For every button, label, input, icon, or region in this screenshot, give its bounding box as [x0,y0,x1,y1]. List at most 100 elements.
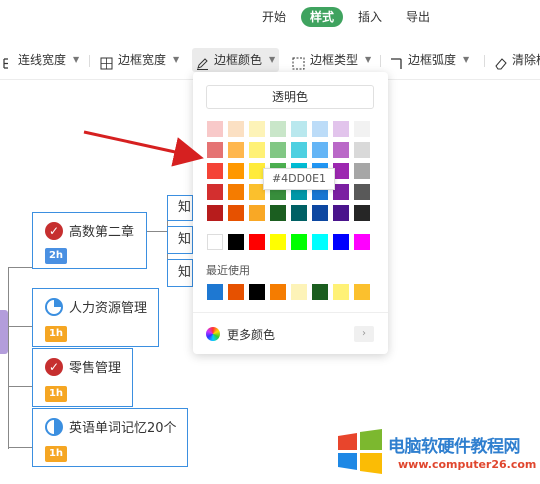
border-width-label: 边框宽度 [118,53,167,67]
menu-insert[interactable]: 插入 [358,7,382,27]
more-colors-label: 更多颜色 [227,327,276,342]
color-swatch[interactable] [354,163,370,179]
color-swatch[interactable] [228,142,244,158]
border-radius-label: 边框弧度 [408,53,457,67]
color-swatch[interactable] [249,205,265,221]
basic-color-swatch[interactable] [291,234,307,250]
color-swatch[interactable] [312,121,328,137]
color-swatch[interactable] [228,121,244,137]
menu-style[interactable]: 样式 [301,7,344,27]
toolbar-divider [380,55,381,67]
duration-badge: 1h [45,386,67,402]
recent-color-swatch[interactable] [270,284,286,300]
color-swatch[interactable] [291,205,307,221]
eraser-icon [494,54,507,69]
watermark-url: www.computer26.com [398,458,537,471]
border-color-button[interactable]: 边框颜色 ▼ [192,48,280,72]
duration-badge: 1h [45,326,67,342]
divider [193,312,388,313]
sub-node[interactable]: 知 [167,195,193,221]
menu-start[interactable]: 开始 [262,7,286,27]
chevron-down-icon: ▼ [269,55,276,64]
color-swatch[interactable] [291,121,307,137]
color-swatch[interactable] [270,121,286,137]
node-title-text: 人力资源管理 [69,301,148,316]
recent-color-swatch[interactable] [354,284,370,300]
color-swatch[interactable] [228,205,244,221]
corner-radius-icon [390,54,403,69]
color-swatch[interactable] [333,121,349,137]
color-swatch[interactable] [354,142,370,158]
basic-color-swatch[interactable] [228,234,244,250]
color-swatch[interactable] [333,205,349,221]
dashed-border-icon [292,54,305,69]
mindmap-node[interactable]: ✓ 高数第二章 2h [32,212,147,269]
chevron-down-icon: ▼ [73,55,80,64]
connector-line [8,267,9,449]
node-title: ✓ 高数第二章 [45,221,134,240]
node-title-text: 高数第二章 [69,225,135,240]
color-swatch[interactable] [249,121,265,137]
mindmap-node[interactable]: ✓ 零售管理 1h [32,348,133,407]
color-swatch[interactable] [354,184,370,200]
connector-line [8,326,32,327]
color-swatch[interactable] [333,163,349,179]
basic-color-swatch[interactable] [354,234,370,250]
border-color-popup: 透明色 最近使用 更多颜色 › [193,72,388,354]
color-swatch[interactable] [270,205,286,221]
line-width-label: 连线宽度 [18,53,67,67]
connector-line [147,231,167,232]
color-swatch[interactable] [228,184,244,200]
node-title-text: 零售管理 [69,361,122,376]
mindmap-node[interactable]: 人力资源管理 1h [32,288,159,347]
color-swatch[interactable] [333,142,349,158]
sub-node[interactable]: 知 [167,226,193,254]
color-swatch[interactable] [291,142,307,158]
mindmap-node[interactable]: 英语单词记忆20个 1h [32,408,188,467]
clear-style-button[interactable]: 清除样 [490,48,540,72]
color-swatch[interactable] [207,205,223,221]
root-node[interactable] [0,310,8,354]
basic-color-swatch[interactable] [333,234,349,250]
color-swatch[interactable] [270,142,286,158]
line-width-button[interactable]: 连线宽度 ▼ [0,48,83,72]
toolbar-divider [89,55,90,67]
recent-color-swatch[interactable] [228,284,244,300]
color-swatch[interactable] [312,205,328,221]
color-swatch[interactable] [312,142,328,158]
sub-node[interactable]: 知 [167,259,193,287]
node-title: 英语单词记忆20个 [45,417,177,436]
basic-color-swatch[interactable] [207,234,223,250]
color-swatch[interactable] [333,184,349,200]
color-swatch[interactable] [207,184,223,200]
transparent-color-button[interactable]: 透明色 [206,85,374,109]
color-swatch[interactable] [207,142,223,158]
color-swatch[interactable] [354,121,370,137]
chevron-down-icon: ▼ [173,55,180,64]
more-colors-button[interactable]: 更多颜色 › [206,324,374,344]
windows-logo-icon [338,429,382,474]
line-width-icon [0,54,13,69]
pie-half-icon [45,417,63,436]
border-radius-button[interactable]: 边框弧度 ▼ [386,48,473,72]
chevron-right-icon: › [354,326,374,342]
basic-color-swatch[interactable] [312,234,328,250]
color-swatch[interactable] [228,163,244,179]
menu-export[interactable]: 导出 [406,7,430,27]
recent-color-swatch[interactable] [312,284,328,300]
border-width-button[interactable]: 边框宽度 ▼ [96,48,183,72]
recent-color-swatch[interactable] [333,284,349,300]
color-swatch[interactable] [207,163,223,179]
basic-color-swatch[interactable] [270,234,286,250]
toolbar-divider [484,55,485,67]
color-swatch[interactable] [207,121,223,137]
node-title: ✓ 零售管理 [45,357,121,376]
recent-color-swatch[interactable] [291,284,307,300]
node-title-text: 英语单词记忆20个 [69,421,177,436]
color-swatch[interactable] [249,142,265,158]
recent-color-swatch[interactable] [207,284,223,300]
recent-color-swatch[interactable] [249,284,265,300]
color-swatch[interactable] [354,205,370,221]
border-type-button[interactable]: 边框类型 ▼ [288,48,375,72]
basic-color-swatch[interactable] [249,234,265,250]
